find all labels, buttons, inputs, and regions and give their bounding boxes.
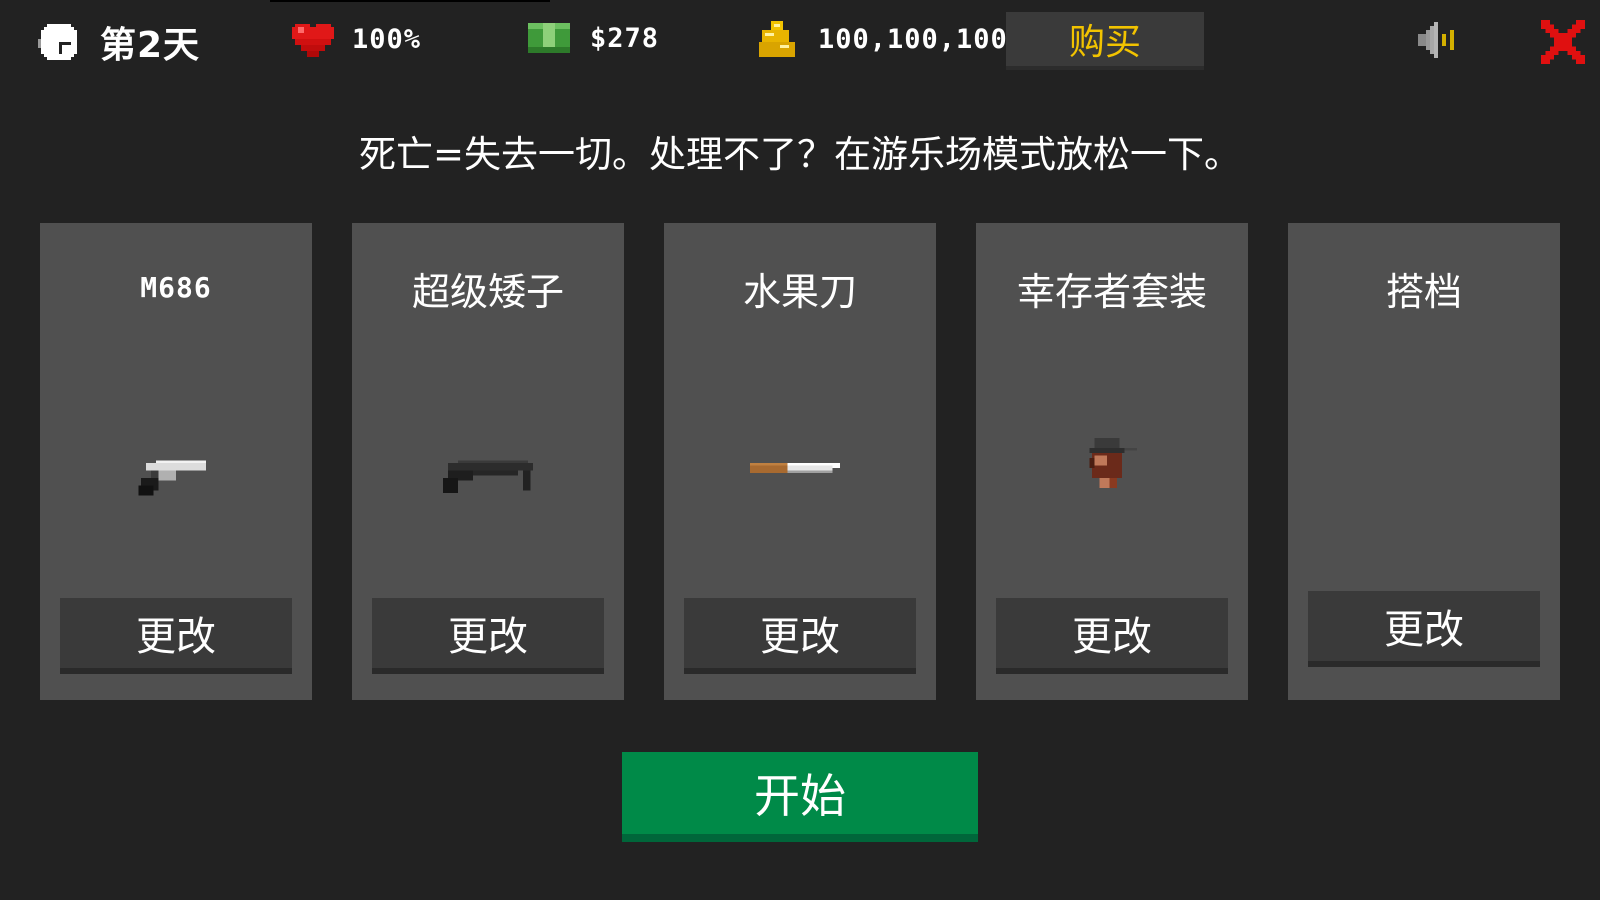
survivor-head-icon — [1062, 433, 1162, 503]
tip-text: 死亡=失去一切。处理不了？在游乐场模式放松一下。 — [358, 133, 1241, 176]
speaker-icon — [1418, 22, 1462, 62]
day-label: 第2天 — [100, 25, 201, 66]
loadout-card-outfit: 幸存者套装 更改 — [976, 223, 1248, 700]
cash-indicator: $278 — [528, 20, 659, 56]
clock-icon — [38, 21, 80, 63]
card-title: 超级矮子 — [411, 270, 564, 314]
loadout-card-primary: M686 更改 — [40, 223, 312, 700]
loadout-card-secondary: 超级矮子 更改 — [352, 223, 624, 700]
close-icon — [1540, 20, 1586, 68]
health-indicator: 100% — [292, 18, 421, 60]
sound-toggle-button[interactable] — [1418, 22, 1462, 58]
change-secondary-button[interactable]: 更改 — [372, 598, 604, 674]
change-partner-button[interactable]: 更改 — [1308, 591, 1540, 667]
start-button-label: 开始 — [754, 769, 846, 823]
change-outfit-button[interactable]: 更改 — [996, 598, 1228, 674]
shotgun-icon — [438, 433, 538, 503]
top-edge — [270, 0, 550, 2]
gold-indicator: 100,100,100 — [756, 18, 1008, 60]
buy-button-label: 购买 — [1068, 22, 1141, 63]
buy-button[interactable]: 购买 — [1006, 12, 1204, 70]
knife-icon — [750, 433, 850, 503]
change-button-label: 更改 — [136, 614, 216, 660]
loadout-card-partner: 搭档 更改 — [1288, 223, 1560, 700]
gold-coins-icon — [756, 18, 798, 60]
card-title: 幸存者套装 — [1016, 270, 1207, 314]
change-button-label: 更改 — [760, 614, 840, 660]
card-title: 搭档 — [1385, 270, 1462, 314]
cash-value: $278 — [590, 22, 660, 54]
start-button[interactable]: 开始 — [622, 752, 978, 842]
loadout-card-melee: 水果刀 更改 — [664, 223, 936, 700]
revolver-icon — [126, 433, 226, 503]
heart-icon — [292, 18, 334, 60]
change-button-label: 更改 — [1384, 607, 1464, 653]
change-melee-button[interactable]: 更改 — [684, 598, 916, 674]
change-button-label: 更改 — [1072, 614, 1152, 660]
card-title: 水果刀 — [742, 270, 857, 314]
gold-value: 100,100,100 — [818, 23, 1008, 55]
health-value: 100% — [352, 23, 422, 55]
change-primary-button[interactable]: 更改 — [60, 598, 292, 674]
cash-icon — [528, 20, 570, 56]
day-indicator: 第2天 — [38, 16, 200, 68]
close-button[interactable] — [1540, 20, 1586, 64]
card-title: M686 — [140, 271, 212, 304]
change-button-label: 更改 — [448, 614, 528, 660]
